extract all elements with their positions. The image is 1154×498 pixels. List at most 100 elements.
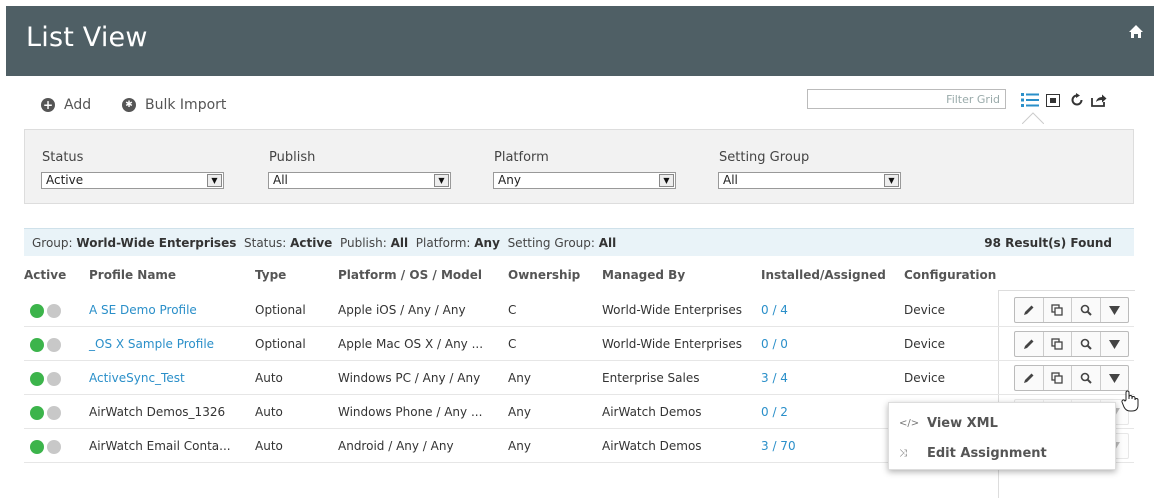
installed-assigned-link[interactable]: 0 / 0: [761, 337, 788, 351]
profile-ownership: Any: [508, 371, 531, 385]
active-off-icon: [47, 406, 61, 420]
active-toggle[interactable]: [30, 372, 61, 386]
column-header-platform[interactable]: Platform / OS / Model: [338, 268, 482, 282]
status-select-value: Active: [46, 173, 84, 187]
profile-managed-by: Enterprise Sales: [602, 371, 700, 385]
profile-platform: Apple Mac OS X / Any ...: [338, 337, 484, 351]
profile-managed-by: AirWatch Demos: [602, 439, 702, 453]
chevron-down-icon: ▼: [207, 174, 222, 187]
active-on-icon: [30, 372, 44, 386]
chevron-down-icon[interactable]: [1101, 332, 1129, 356]
column-header-active[interactable]: Active: [24, 268, 66, 282]
active-toggle[interactable]: [30, 406, 61, 420]
add-label: Add: [64, 97, 92, 113]
copy-icon[interactable]: [1044, 366, 1072, 390]
chevron-down-icon: ▼: [884, 174, 899, 187]
status-select[interactable]: Active ▼: [41, 172, 224, 189]
gear-icon: ✱: [122, 98, 136, 112]
code-icon: </>: [899, 418, 920, 429]
edit-icon[interactable]: [1015, 298, 1044, 322]
active-toggle[interactable]: [30, 440, 61, 454]
installed-assigned-link[interactable]: 3 / 70: [761, 439, 796, 453]
add-button[interactable]: + Add: [41, 97, 91, 113]
profile-config-type: Device: [904, 371, 946, 385]
active-off-icon: [47, 304, 61, 318]
active-toggle[interactable]: [30, 304, 61, 318]
chevron-down-icon[interactable]: [1101, 366, 1129, 390]
plus-icon: +: [41, 98, 55, 112]
search-icon[interactable]: [1072, 332, 1101, 356]
profile-type: Auto: [255, 371, 283, 385]
publish-select-value: All: [273, 173, 288, 187]
copy-icon[interactable]: [1044, 298, 1072, 322]
card-view-icon[interactable]: [1044, 91, 1062, 109]
profile-name-link[interactable]: _OS X Sample Profile: [89, 337, 214, 351]
active-on-icon: [30, 406, 44, 420]
profile-ownership: Any: [508, 439, 531, 453]
chevron-down-icon[interactable]: [1101, 298, 1129, 322]
profile-platform: Apple iOS / Any / Any: [338, 303, 466, 317]
filter-summary: Group: World-Wide Enterprises Status: Ac…: [32, 236, 617, 250]
chevron-down-icon: ▼: [659, 174, 674, 187]
filter-grid-input[interactable]: [807, 89, 1006, 109]
platform-select[interactable]: Any ▼: [493, 172, 676, 189]
home-icon[interactable]: [1128, 24, 1144, 43]
list-view-icon[interactable]: [1021, 91, 1039, 109]
shuffle-icon: ⤨: [899, 448, 907, 459]
page-title: List View: [26, 22, 148, 53]
platform-filter-label: Platform: [494, 150, 549, 165]
installed-assigned-link[interactable]: 3 / 4: [761, 371, 788, 385]
active-off-icon: [47, 372, 61, 386]
column-header-type[interactable]: Type: [255, 268, 286, 282]
publish-select[interactable]: All ▼: [268, 172, 451, 189]
hand-cursor-icon: [1121, 390, 1139, 415]
column-header-managed-by[interactable]: Managed By: [602, 268, 685, 282]
active-off-icon: [47, 338, 61, 352]
profile-managed-by: AirWatch Demos: [602, 405, 702, 419]
table-row: [24, 361, 1134, 395]
copy-icon[interactable]: [1044, 332, 1072, 356]
active-toggle[interactable]: [30, 338, 61, 352]
edit-assignment-menu-item[interactable]: ⤨ Edit Assignment: [899, 446, 1047, 461]
profile-ownership: C: [508, 337, 517, 351]
profile-managed-by: World-Wide Enterprises: [602, 303, 742, 317]
installed-assigned-link[interactable]: 0 / 2: [761, 405, 788, 419]
installed-assigned-link[interactable]: 0 / 4: [761, 303, 788, 317]
search-icon[interactable]: [1072, 366, 1101, 390]
profile-platform: Windows Phone / Any ...: [338, 405, 483, 419]
edit-icon[interactable]: [1015, 332, 1044, 356]
chevron-down-icon: ▼: [434, 174, 449, 187]
active-on-icon: [30, 338, 44, 352]
publish-filter-label: Publish: [269, 150, 316, 165]
selected-view-caret-icon: [1021, 112, 1045, 127]
status-filter-label: Status: [42, 150, 84, 165]
export-icon[interactable]: [1090, 91, 1108, 109]
results-count: 98 Result(s) Found: [984, 236, 1112, 250]
profile-name-link[interactable]: ActiveSync_Test: [89, 371, 185, 385]
active-on-icon: [30, 440, 44, 454]
bulk-import-label: Bulk Import: [145, 97, 227, 113]
page-header: [6, 6, 1154, 76]
profile-name-link[interactable]: A SE Demo Profile: [89, 303, 197, 317]
search-icon[interactable]: [1072, 298, 1101, 322]
profile-type: Auto: [255, 405, 283, 419]
profile-managed-by: World-Wide Enterprises: [602, 337, 742, 351]
edit-icon[interactable]: [1015, 366, 1044, 390]
column-header-profile-name[interactable]: Profile Name: [89, 268, 176, 282]
bulk-import-button[interactable]: ✱ Bulk Import: [122, 97, 226, 113]
profile-platform: Android / Any / Any: [338, 439, 454, 453]
profile-platform: Windows PC / Any / Any: [338, 371, 481, 385]
profile-type: Optional: [255, 337, 306, 351]
row-actions: [1014, 331, 1129, 357]
column-header-ownership[interactable]: Ownership: [508, 268, 580, 282]
profile-name-link[interactable]: AirWatch Email Conta...: [89, 439, 231, 453]
refresh-icon[interactable]: [1068, 91, 1086, 109]
column-header-configuration-type[interactable]: Configuration Type: [904, 268, 996, 282]
setting-group-select-value: All: [723, 173, 738, 187]
column-header-installed-assigned[interactable]: Installed/Assigned: [761, 268, 886, 282]
view-xml-menu-item[interactable]: </> View XML: [899, 416, 998, 431]
profile-name-link[interactable]: AirWatch Demos_1326: [89, 405, 225, 419]
platform-select-value: Any: [498, 173, 521, 187]
active-on-icon: [30, 304, 44, 318]
setting-group-select[interactable]: All ▼: [718, 172, 901, 189]
